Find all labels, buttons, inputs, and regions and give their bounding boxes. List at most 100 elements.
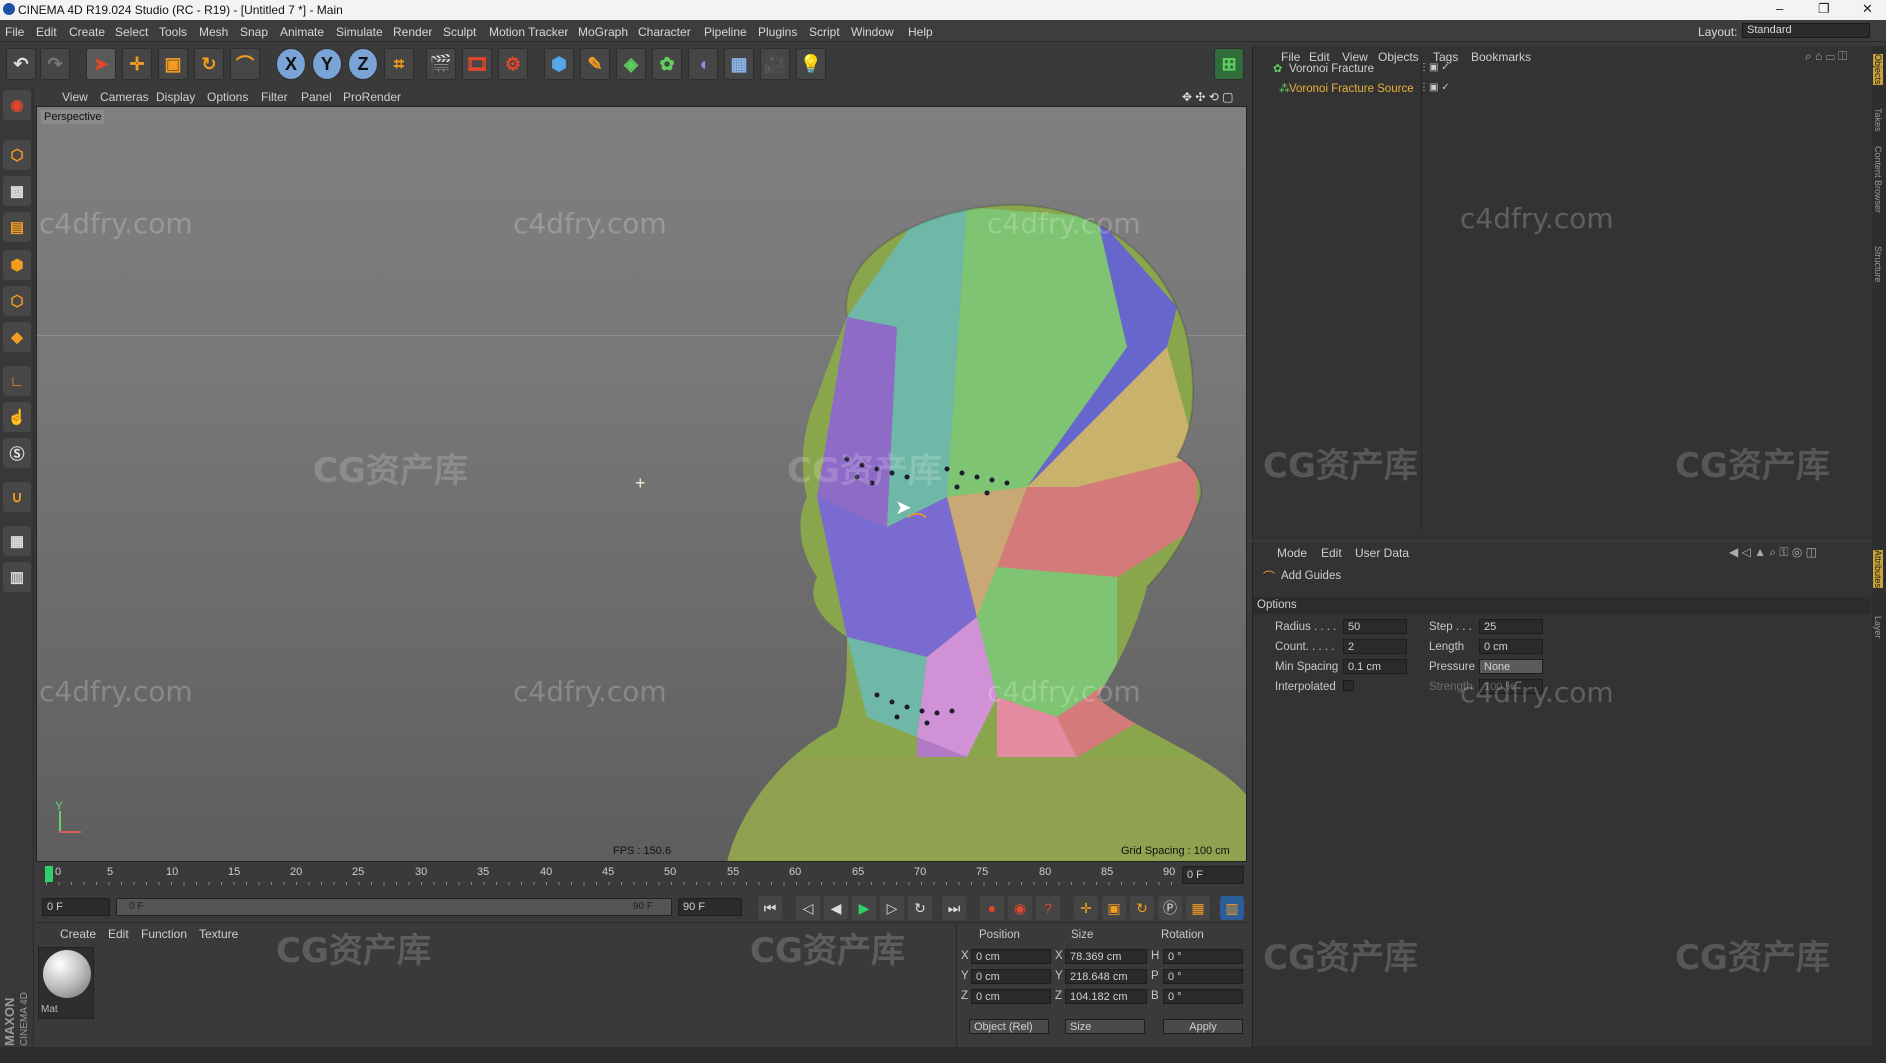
menu-mograph[interactable]: MoGraph bbox=[578, 25, 628, 39]
minimize-button[interactable]: – bbox=[1776, 1, 1783, 16]
light-icon[interactable]: 💡 bbox=[796, 48, 826, 80]
scale-icon[interactable]: ▣ bbox=[158, 48, 188, 80]
vp-menu-display[interactable]: Display bbox=[156, 90, 195, 104]
key-pla-icon[interactable]: ▦ bbox=[1186, 896, 1210, 920]
menu-tools[interactable]: Tools bbox=[159, 25, 187, 39]
vp-menu-panel[interactable]: Panel bbox=[301, 90, 332, 104]
menu-snap[interactable]: Snap bbox=[240, 25, 268, 39]
menu-window[interactable]: Window bbox=[851, 25, 894, 39]
attr-menu-edit[interactable]: Edit bbox=[1321, 546, 1342, 560]
axis-y-button[interactable]: Y bbox=[312, 48, 342, 80]
key-rotation-icon[interactable]: ↻ bbox=[1130, 896, 1154, 920]
count-field[interactable]: 2 bbox=[1343, 639, 1407, 654]
position-y-field[interactable]: 0 cm bbox=[971, 969, 1051, 984]
floor-icon[interactable]: ▦ bbox=[724, 48, 754, 80]
mat-menu-create[interactable]: Create bbox=[60, 927, 96, 941]
tab-content-browser[interactable]: Content Browser bbox=[1873, 146, 1883, 213]
play-icon[interactable]: ▶ bbox=[852, 896, 876, 920]
vp-menu-view[interactable]: View bbox=[62, 90, 88, 104]
go-to-start-icon[interactable]: ⏮ bbox=[758, 896, 782, 920]
workplane-icon[interactable]: ▤ bbox=[3, 212, 31, 242]
radius-field[interactable]: 50 bbox=[1343, 619, 1407, 634]
planar-workplane-icon[interactable]: ▥ bbox=[3, 562, 31, 592]
render-settings-icon[interactable]: ⚙ bbox=[498, 48, 528, 80]
mat-menu-function[interactable]: Function bbox=[141, 927, 187, 941]
pressure-select[interactable]: None bbox=[1479, 659, 1543, 674]
move-icon[interactable]: ✛ bbox=[122, 48, 152, 80]
mograph-cloner-icon[interactable]: ✿ bbox=[652, 48, 682, 80]
edges-mode-icon[interactable]: ⬡ bbox=[3, 286, 31, 316]
playhead-marker[interactable] bbox=[45, 866, 53, 882]
live-selection-icon[interactable]: ⌒ bbox=[230, 48, 260, 80]
vp-menu-filter[interactable]: Filter bbox=[261, 90, 288, 104]
interpolated-checkbox[interactable] bbox=[1343, 680, 1354, 691]
rotate-icon[interactable]: ↻ bbox=[194, 48, 224, 80]
menu-help[interactable]: Help bbox=[908, 25, 933, 39]
visibility-toggle-icon[interactable]: ⋮▣ ✓ bbox=[1419, 62, 1450, 73]
lock-workplane-icon[interactable]: ▦ bbox=[3, 526, 31, 556]
perspective-viewport[interactable]: Perspective + ➤ ⌒ Y c4dfry.com c4dfry.co… bbox=[36, 106, 1247, 862]
record-icon[interactable]: ● bbox=[980, 896, 1004, 920]
select-arrow-icon[interactable]: ➤ bbox=[86, 48, 116, 80]
length-field[interactable]: 0 cm bbox=[1479, 639, 1543, 654]
menu-animate[interactable]: Animate bbox=[280, 25, 324, 39]
subdivision-icon[interactable]: ◈ bbox=[616, 48, 646, 80]
undo-icon[interactable]: ↶ bbox=[6, 48, 36, 80]
tab-layer[interactable]: Layer bbox=[1873, 616, 1883, 639]
camera-icon[interactable]: 🎥 bbox=[760, 48, 790, 80]
pen-spline-icon[interactable]: ✎ bbox=[580, 48, 610, 80]
visibility-toggle-icon[interactable]: ⋮▣ ✓ bbox=[1419, 82, 1450, 93]
coord-mode-select[interactable]: Object (Rel) bbox=[969, 1019, 1049, 1034]
rotation-p-field[interactable]: 0 ° bbox=[1163, 969, 1243, 984]
menu-select[interactable]: Select bbox=[115, 25, 148, 39]
previous-key-icon[interactable]: ◁ bbox=[796, 896, 820, 920]
axis-z-button[interactable]: Z bbox=[348, 48, 378, 80]
size-y-field[interactable]: 218.648 cm bbox=[1065, 969, 1147, 984]
apply-button[interactable]: Apply bbox=[1163, 1019, 1243, 1034]
coordinate-system-icon[interactable]: ⌗ bbox=[384, 48, 414, 80]
go-to-end-icon[interactable]: ⏭ bbox=[942, 896, 966, 920]
step-field[interactable]: 25 bbox=[1479, 619, 1543, 634]
size-x-field[interactable]: 78.369 cm bbox=[1065, 949, 1147, 964]
menu-create[interactable]: Create bbox=[69, 25, 105, 39]
cube-icon[interactable]: ⬢ bbox=[544, 48, 574, 80]
rotation-b-field[interactable]: 0 ° bbox=[1163, 989, 1243, 1004]
tweak-mode-icon[interactable]: ☝ bbox=[3, 402, 31, 432]
maximize-button[interactable]: ❐ bbox=[1818, 1, 1830, 17]
mat-menu-edit[interactable]: Edit bbox=[108, 927, 129, 941]
vp-menu-prorender[interactable]: ProRender bbox=[343, 90, 401, 104]
range-slider[interactable]: 0 F 90 F bbox=[116, 898, 672, 916]
material-swatch[interactable]: Mat bbox=[38, 947, 94, 1019]
menu-file[interactable]: File bbox=[5, 25, 24, 39]
end-frame-field[interactable]: 90 F bbox=[678, 898, 742, 916]
points-mode-icon[interactable]: ⬢ bbox=[3, 250, 31, 280]
viewport-nav-icons[interactable]: ✥ ✣ ⟲ ▢ bbox=[1182, 90, 1234, 104]
layout-select[interactable]: Standard bbox=[1742, 23, 1870, 38]
menu-simulate[interactable]: Simulate bbox=[336, 25, 383, 39]
magnet-icon[interactable]: ∪ bbox=[3, 482, 31, 512]
axis-x-button[interactable]: X bbox=[276, 48, 306, 80]
tab-structure[interactable]: Structure bbox=[1873, 246, 1883, 283]
add-object-icon[interactable]: ⊞ bbox=[1214, 48, 1244, 80]
size-mode-select[interactable]: Size bbox=[1065, 1019, 1145, 1034]
autokey-icon[interactable]: ◉ bbox=[1008, 896, 1032, 920]
object-row-voronoi-fracture-source[interactable]: ⁂ Voronoi Fracture Source ⋮▣ ✓ bbox=[1253, 80, 1573, 98]
render-picture-viewer-icon[interactable]: 🎞 bbox=[462, 48, 492, 80]
snap-icon[interactable]: Ⓢ bbox=[3, 438, 31, 468]
tab-takes[interactable]: Takes bbox=[1873, 108, 1883, 132]
key-param-icon[interactable]: Ⓟ bbox=[1158, 896, 1182, 920]
close-button[interactable]: ✕ bbox=[1862, 1, 1873, 17]
keyframe-selection-icon[interactable]: ? bbox=[1036, 896, 1060, 920]
menu-sculpt[interactable]: Sculpt bbox=[443, 25, 476, 39]
menu-motion-tracker[interactable]: Motion Tracker bbox=[489, 25, 568, 39]
position-z-field[interactable]: 0 cm bbox=[971, 989, 1051, 1004]
polygons-mode-icon[interactable]: ◆ bbox=[3, 322, 31, 352]
key-position-icon[interactable]: ✛ bbox=[1074, 896, 1098, 920]
axis-mode-icon[interactable]: ∟ bbox=[3, 366, 31, 396]
size-z-field[interactable]: 104.182 cm bbox=[1065, 989, 1147, 1004]
key-scale-icon[interactable]: ▣ bbox=[1102, 896, 1126, 920]
tab-objects[interactable]: Objects bbox=[1873, 54, 1883, 85]
timeline-window-icon[interactable]: ▥ bbox=[1220, 896, 1244, 920]
next-key-icon[interactable]: ↻ bbox=[908, 896, 932, 920]
tab-attributes[interactable]: Attributes bbox=[1873, 550, 1883, 589]
